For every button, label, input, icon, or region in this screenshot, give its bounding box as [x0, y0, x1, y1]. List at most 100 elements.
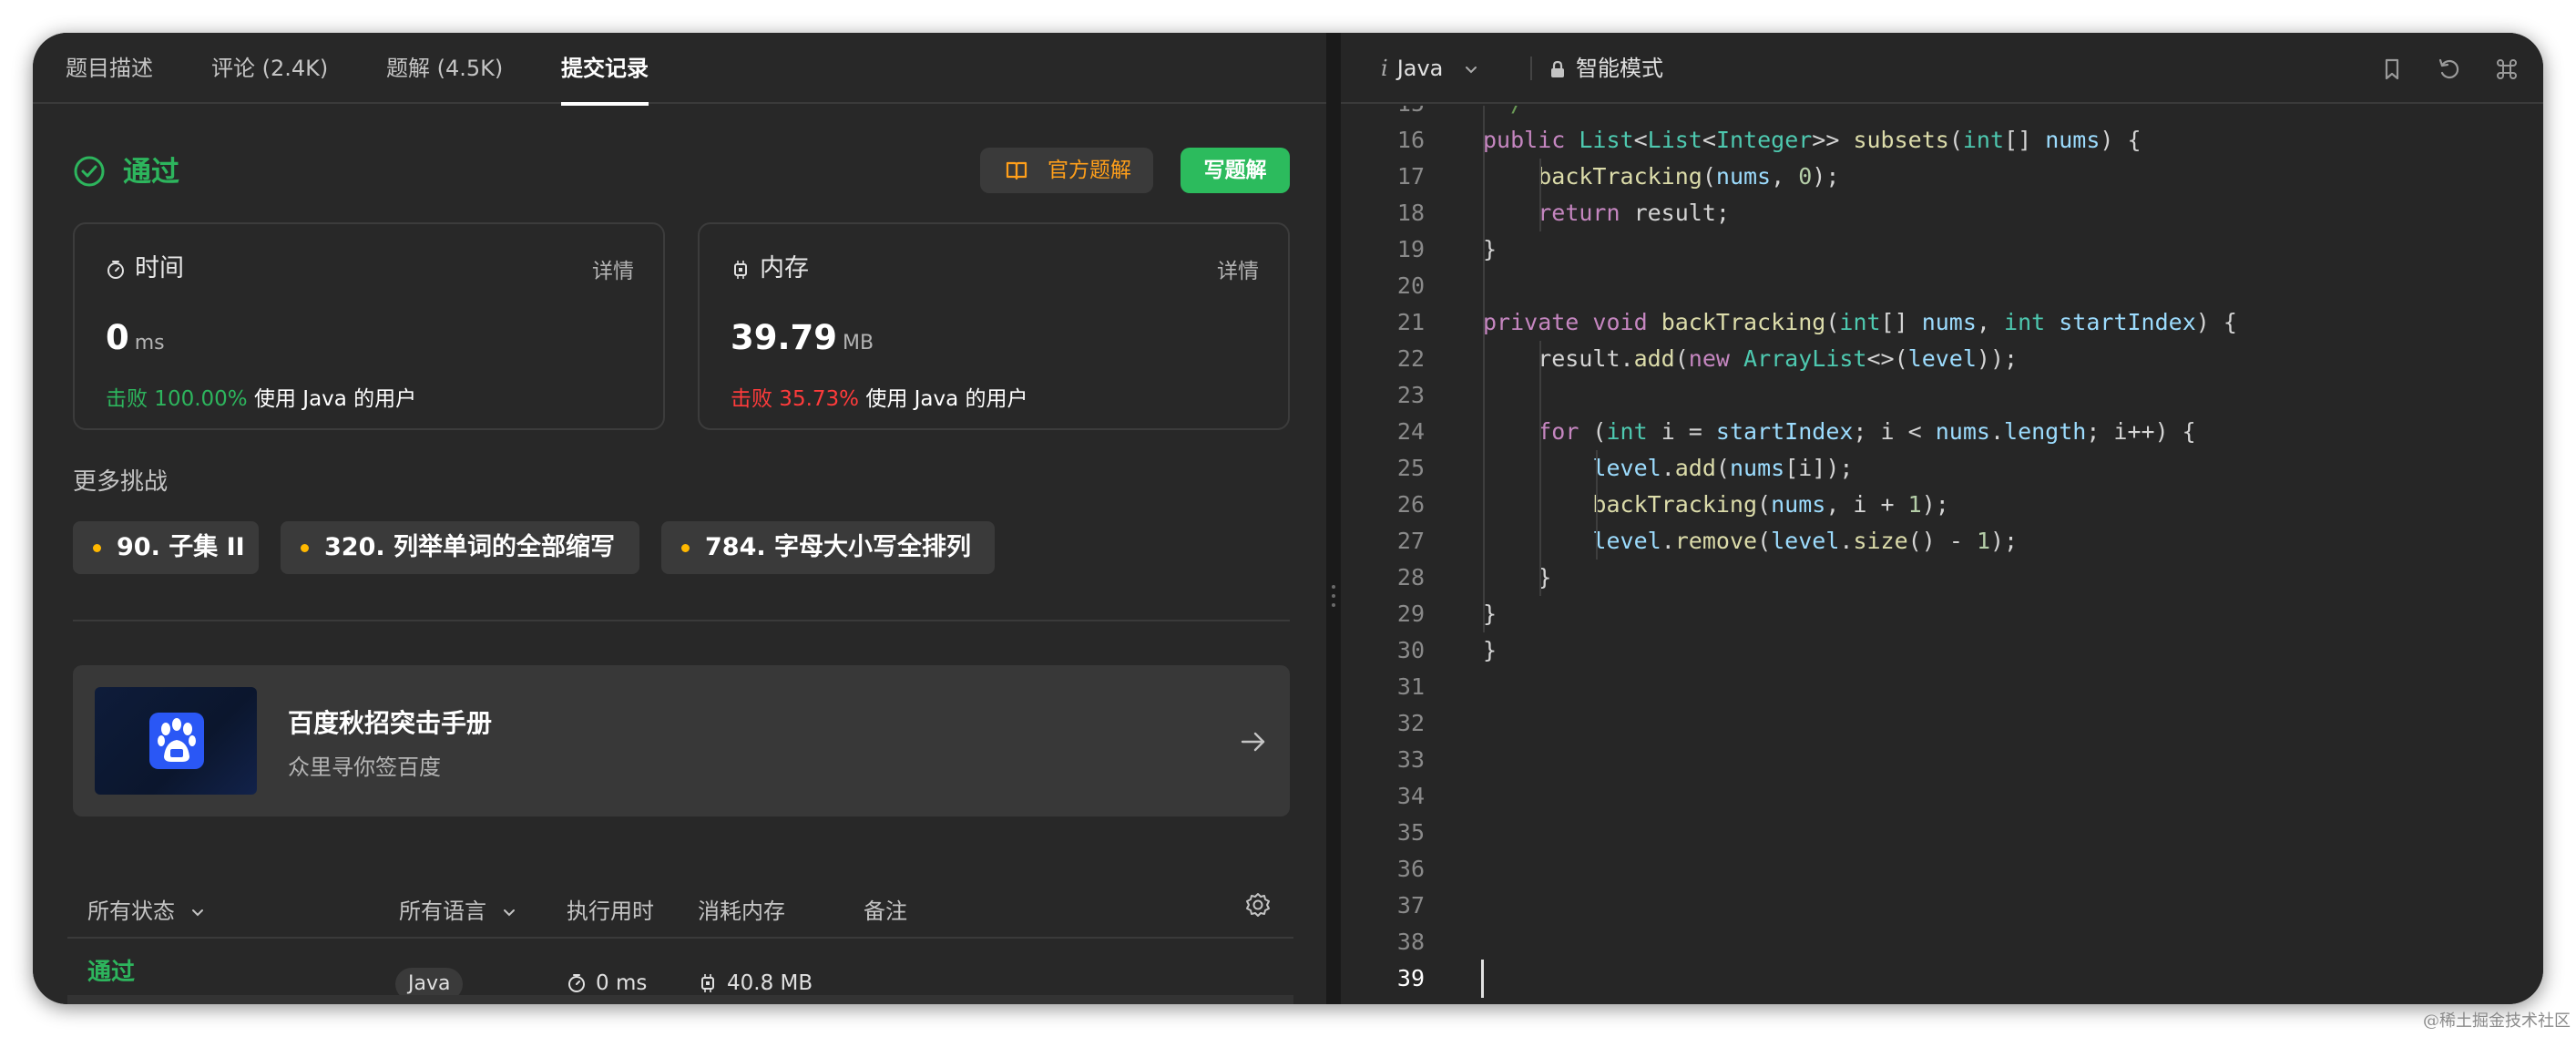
smart-mode-toggle[interactable]: 智能模式 — [1549, 33, 1663, 104]
indent-guide — [1483, 106, 1485, 632]
challenge-label: 320. 列举单词的全部缩写 — [324, 533, 616, 561]
line-number: 30 — [1396, 637, 1425, 663]
code-line: public List<List<Integer>> subsets(int[]… — [1483, 127, 2142, 153]
grip-dot — [1332, 603, 1335, 607]
grip-dot — [1332, 585, 1335, 589]
more-challenges-title: 更多挑战 — [73, 468, 169, 496]
line-number: 37 — [1396, 892, 1425, 919]
row-memory-value: 40.8 MB — [727, 971, 813, 995]
line-number: 26 — [1396, 491, 1425, 518]
line-number: 25 — [1396, 455, 1425, 481]
next-row-edge — [67, 995, 1293, 1004]
runtime-card: 时间 详情 0 ms 击败 100.00% 使用 Java 的用户 — [73, 222, 665, 430]
runtime-unit: ms — [134, 332, 165, 354]
chevron-down-icon — [1466, 67, 1477, 74]
difficulty-dot — [681, 544, 690, 552]
code-line: */ — [1483, 106, 1524, 122]
language-select[interactable]: i Java — [1381, 33, 1479, 104]
line-number: 23 — [1396, 382, 1425, 408]
line-number: 19 — [1396, 236, 1425, 262]
code-editor-panel: i Java 智能模式 16 public List<List<Integer>… — [1341, 33, 2543, 1004]
code-line: backTracking(nums, 0); — [1538, 163, 1840, 190]
filter-status-label: 所有状态 — [87, 898, 175, 924]
challenge-chip[interactable]: 784. 字母大小写全排列 — [661, 521, 995, 574]
banner-title: 百度秋招突击手册 — [288, 708, 493, 738]
difficulty-dot — [93, 544, 101, 552]
line-number: 29 — [1396, 601, 1425, 627]
tab-submissions[interactable]: 提交记录 — [561, 33, 649, 106]
filter-status[interactable]: 所有状态 — [87, 893, 206, 925]
line-number: 34 — [1396, 783, 1425, 809]
line-number: 35 — [1396, 819, 1425, 846]
text-cursor — [1481, 960, 1484, 998]
challenge-chip[interactable]: 90. 子集 II — [73, 521, 259, 574]
write-solution-button[interactable]: 写题解 — [1181, 148, 1290, 193]
command-icon[interactable] — [2494, 56, 2520, 82]
chip-icon — [734, 261, 747, 279]
info-icon: i — [1381, 56, 1388, 81]
line-number: 17 — [1396, 163, 1425, 190]
code-line: private void backTracking(int[] nums, in… — [1483, 309, 2237, 335]
line-number: 32 — [1396, 710, 1425, 736]
line-number: 36 — [1396, 856, 1425, 882]
line-number: 28 — [1396, 564, 1425, 590]
code-line: return result; — [1538, 200, 1730, 226]
challenge-chip[interactable]: 320. 列举单词的全部缩写 — [281, 521, 639, 574]
row-memory: 40.8 MB — [698, 971, 813, 995]
runtime-value: 0 ms — [106, 317, 165, 359]
smart-mode-label: 智能模式 — [1576, 56, 1663, 81]
code-line: level.remove(level.size() - 1); — [1592, 528, 2019, 554]
column-notes: 备注 — [864, 898, 907, 924]
code-area[interactable]: 15 */ 16 public List<List<Integer>> subset… — [1341, 106, 2543, 1004]
column-runtime: 执行用时 — [567, 898, 654, 924]
bookmark-icon[interactable] — [2379, 56, 2405, 82]
code-line: } — [1483, 637, 1498, 663]
watermark-text: @稀土掘金技术社区 — [2423, 1011, 2571, 1031]
language-label: Java — [1396, 56, 1444, 81]
runtime-beat-users: 使用 Java 的用户 — [253, 387, 417, 411]
arrow-right-icon — [1241, 732, 1265, 752]
indent-guide — [1596, 450, 1598, 560]
line-number: 31 — [1396, 673, 1425, 700]
line-number: 16 — [1396, 127, 1425, 153]
app-window: 题目描述 评论 (2.4K) 题解 (4.5K) 提交记录 通过 官方题解 写题… — [33, 33, 2543, 1004]
filter-language[interactable]: 所有语言 — [399, 893, 517, 925]
editor-toolbar: i Java 智能模式 — [1341, 33, 2543, 104]
tab-comments[interactable]: 评论 (2.4K) — [211, 33, 328, 104]
code-line: backTracking(nums, i + 1); — [1592, 491, 1949, 518]
line-number: 38 — [1396, 929, 1425, 955]
runtime-number: 0 — [106, 318, 129, 357]
reset-icon[interactable] — [2437, 56, 2462, 82]
gear-icon[interactable] — [1244, 891, 1272, 919]
line-number: 18 — [1396, 200, 1425, 226]
line-number: 33 — [1396, 746, 1425, 773]
chevron-down-icon — [191, 909, 203, 917]
memory-detail-link[interactable]: 详情 — [1217, 253, 1259, 284]
memory-unit: MB — [843, 332, 874, 354]
runtime-card-title: 时间 — [135, 254, 184, 282]
banner-image — [95, 687, 257, 795]
chip-icon — [701, 974, 714, 992]
runtime-detail-link[interactable]: 详情 — [592, 253, 634, 284]
divider — [73, 620, 1290, 621]
check-circle-icon — [74, 156, 105, 187]
difficulty-dot — [301, 544, 309, 552]
panel-resize-handle[interactable] — [1326, 33, 1341, 1004]
tab-bar: 题目描述 评论 (2.4K) 题解 (4.5K) 提交记录 — [33, 33, 1326, 106]
tab-description[interactable]: 题目描述 — [66, 33, 153, 104]
memory-card: 内存 详情 39.79 MB 击败 35.73% 使用 Java 的用户 — [698, 222, 1290, 430]
grip-dot — [1332, 594, 1335, 598]
challenge-label: 784. 字母大小写全排列 — [705, 533, 972, 561]
code-line: for (int i = startIndex; i < nums.length… — [1538, 418, 2196, 445]
official-solution-button[interactable]: 官方题解 — [980, 148, 1153, 193]
submission-panel: 题目描述 评论 (2.4K) 题解 (4.5K) 提交记录 通过 官方题解 写题… — [33, 33, 1326, 1004]
line-number: 15 — [1341, 106, 1425, 122]
runtime-beat: 击败 100.00% 使用 Java 的用户 — [106, 381, 416, 412]
runtime-beat-percent: 击败 100.00% — [106, 387, 248, 411]
baidu-paw-logo — [149, 713, 204, 769]
memory-number: 39.79 — [731, 318, 838, 357]
book-icon — [1006, 161, 1027, 180]
promo-banner[interactable]: 百度秋招突击手册 众里寻你签百度 — [73, 665, 1290, 816]
tab-solutions[interactable]: 题解 (4.5K) — [386, 33, 503, 104]
row-status[interactable]: 通过 — [87, 953, 135, 987]
